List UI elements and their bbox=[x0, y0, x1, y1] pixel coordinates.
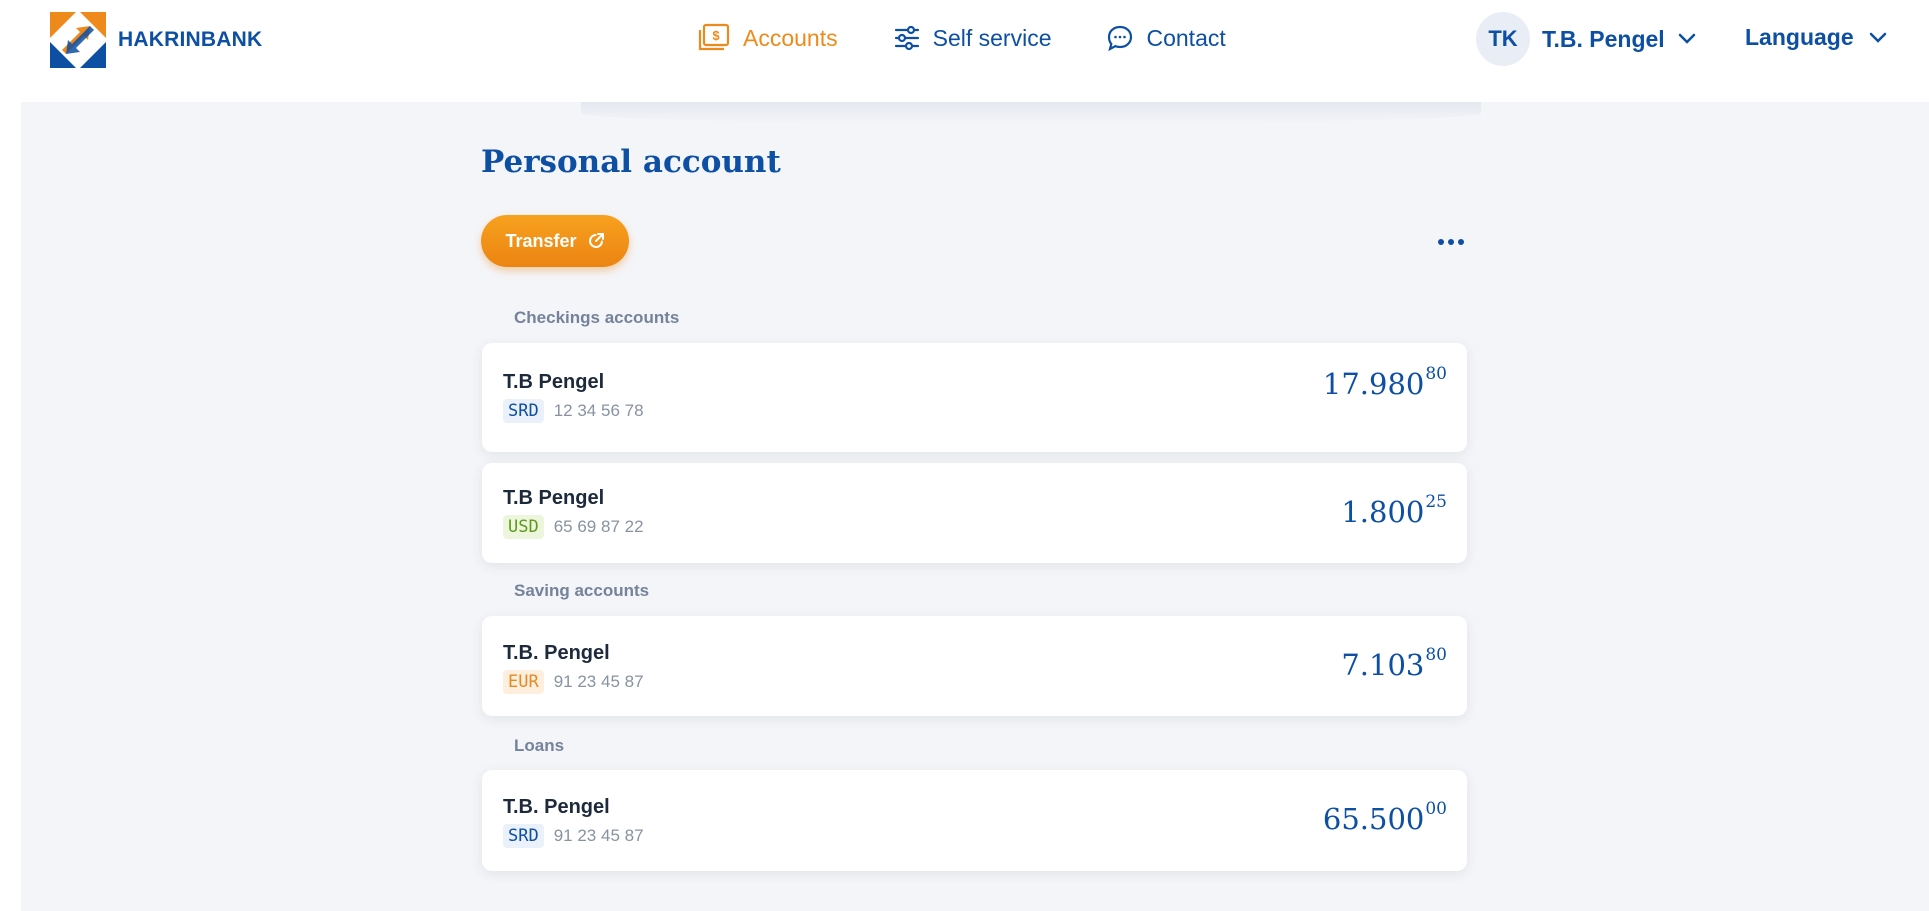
account-number: 65 69 87 22 bbox=[553, 517, 644, 536]
balance-main: 65.500 bbox=[1322, 802, 1425, 836]
currency-badge: SRD bbox=[503, 824, 544, 848]
account-balance: 7.10380 bbox=[1341, 645, 1447, 682]
account-details: USD 65 69 87 22 bbox=[503, 515, 644, 539]
main-nav: $ Accounts Self service Contact bbox=[697, 20, 1281, 116]
brand-name: HAKRINBANK bbox=[118, 28, 263, 51]
nav-accounts-label: Accounts bbox=[743, 24, 838, 51]
nav-contact[interactable]: Contact bbox=[1106, 20, 1226, 56]
nav-contact-label: Contact bbox=[1146, 24, 1226, 51]
account-details: SRD 91 23 45 87 bbox=[503, 824, 644, 848]
hakrinbank-logo-icon bbox=[50, 12, 106, 68]
chevron-down-icon bbox=[1678, 33, 1695, 44]
balance-cents: 80 bbox=[1425, 645, 1447, 666]
balance-cents: 80 bbox=[1425, 364, 1447, 385]
main-content: Personal account Transfer Checkings acco… bbox=[21, 102, 1929, 911]
account-number: 91 23 45 87 bbox=[553, 826, 644, 845]
chat-icon bbox=[1108, 25, 1133, 52]
transfer-button-label: Transfer bbox=[505, 230, 577, 251]
account-number: 12 34 56 78 bbox=[553, 401, 644, 420]
account-number: 91 23 45 87 bbox=[553, 672, 644, 691]
account-balance: 1.80025 bbox=[1341, 492, 1447, 529]
avatar: TK bbox=[1476, 12, 1530, 66]
account-name: T.B. Pengel bbox=[503, 796, 610, 818]
account-balance: 65.50000 bbox=[1322, 799, 1447, 836]
user-menu[interactable]: TK T.B. Pengel bbox=[1476, 12, 1697, 66]
account-name: T.B. Pengel bbox=[503, 642, 610, 664]
sliders-icon bbox=[894, 25, 919, 51]
nav-accounts[interactable]: $ Accounts bbox=[697, 20, 838, 116]
section-loans: Loans bbox=[514, 736, 565, 755]
balance-cents: 25 bbox=[1425, 492, 1447, 513]
balance-main: 17.980 bbox=[1322, 367, 1425, 401]
language-label: Language bbox=[1745, 24, 1854, 50]
nav-self-service-label: Self service bbox=[932, 24, 1052, 51]
dot bbox=[1458, 239, 1464, 245]
currency-badge: SRD bbox=[503, 399, 544, 423]
account-card[interactable]: T.B Pengel SRD 12 34 56 78 17.98080 bbox=[482, 343, 1467, 452]
dot bbox=[1438, 239, 1444, 245]
external-link-icon bbox=[588, 233, 604, 248]
currency-badge: USD bbox=[503, 515, 544, 539]
balance-main: 7.103 bbox=[1341, 648, 1425, 682]
currency-badge: EUR bbox=[503, 670, 544, 694]
account-card[interactable]: T.B. Pengel SRD 91 23 45 87 65.50000 bbox=[482, 770, 1467, 871]
balance-cents: 00 bbox=[1425, 799, 1447, 820]
account-name: T.B Pengel bbox=[503, 371, 605, 393]
chevron-down-icon bbox=[1869, 32, 1886, 43]
bank-logo[interactable]: HAKRINBANK bbox=[50, 12, 262, 68]
section-savings: Saving accounts bbox=[514, 581, 650, 600]
account-details: SRD 12 34 56 78 bbox=[503, 399, 644, 423]
top-header: HAKRINBANK $ Accounts Self service Conta… bbox=[0, 0, 1929, 116]
svg-text:$: $ bbox=[712, 28, 720, 43]
transfer-button[interactable]: Transfer bbox=[481, 215, 629, 267]
page-title: Personal account bbox=[481, 144, 781, 180]
more-options-button[interactable] bbox=[1431, 222, 1471, 262]
dot bbox=[1448, 239, 1454, 245]
language-selector[interactable]: Language bbox=[1745, 24, 1888, 51]
account-card[interactable]: T.B. Pengel EUR 91 23 45 87 7.10380 bbox=[482, 616, 1467, 716]
balance-main: 1.800 bbox=[1341, 495, 1425, 529]
nav-self-service[interactable]: Self service bbox=[893, 20, 1052, 56]
section-checkings: Checkings accounts bbox=[514, 308, 680, 327]
money-icon: $ bbox=[698, 23, 730, 51]
user-name: T.B. Pengel bbox=[1542, 25, 1665, 52]
header-shadow bbox=[581, 102, 1481, 124]
account-card[interactable]: T.B Pengel USD 65 69 87 22 1.80025 bbox=[482, 463, 1467, 563]
account-details: EUR 91 23 45 87 bbox=[503, 670, 644, 694]
account-balance: 17.98080 bbox=[1322, 364, 1447, 401]
account-name: T.B Pengel bbox=[503, 487, 605, 509]
